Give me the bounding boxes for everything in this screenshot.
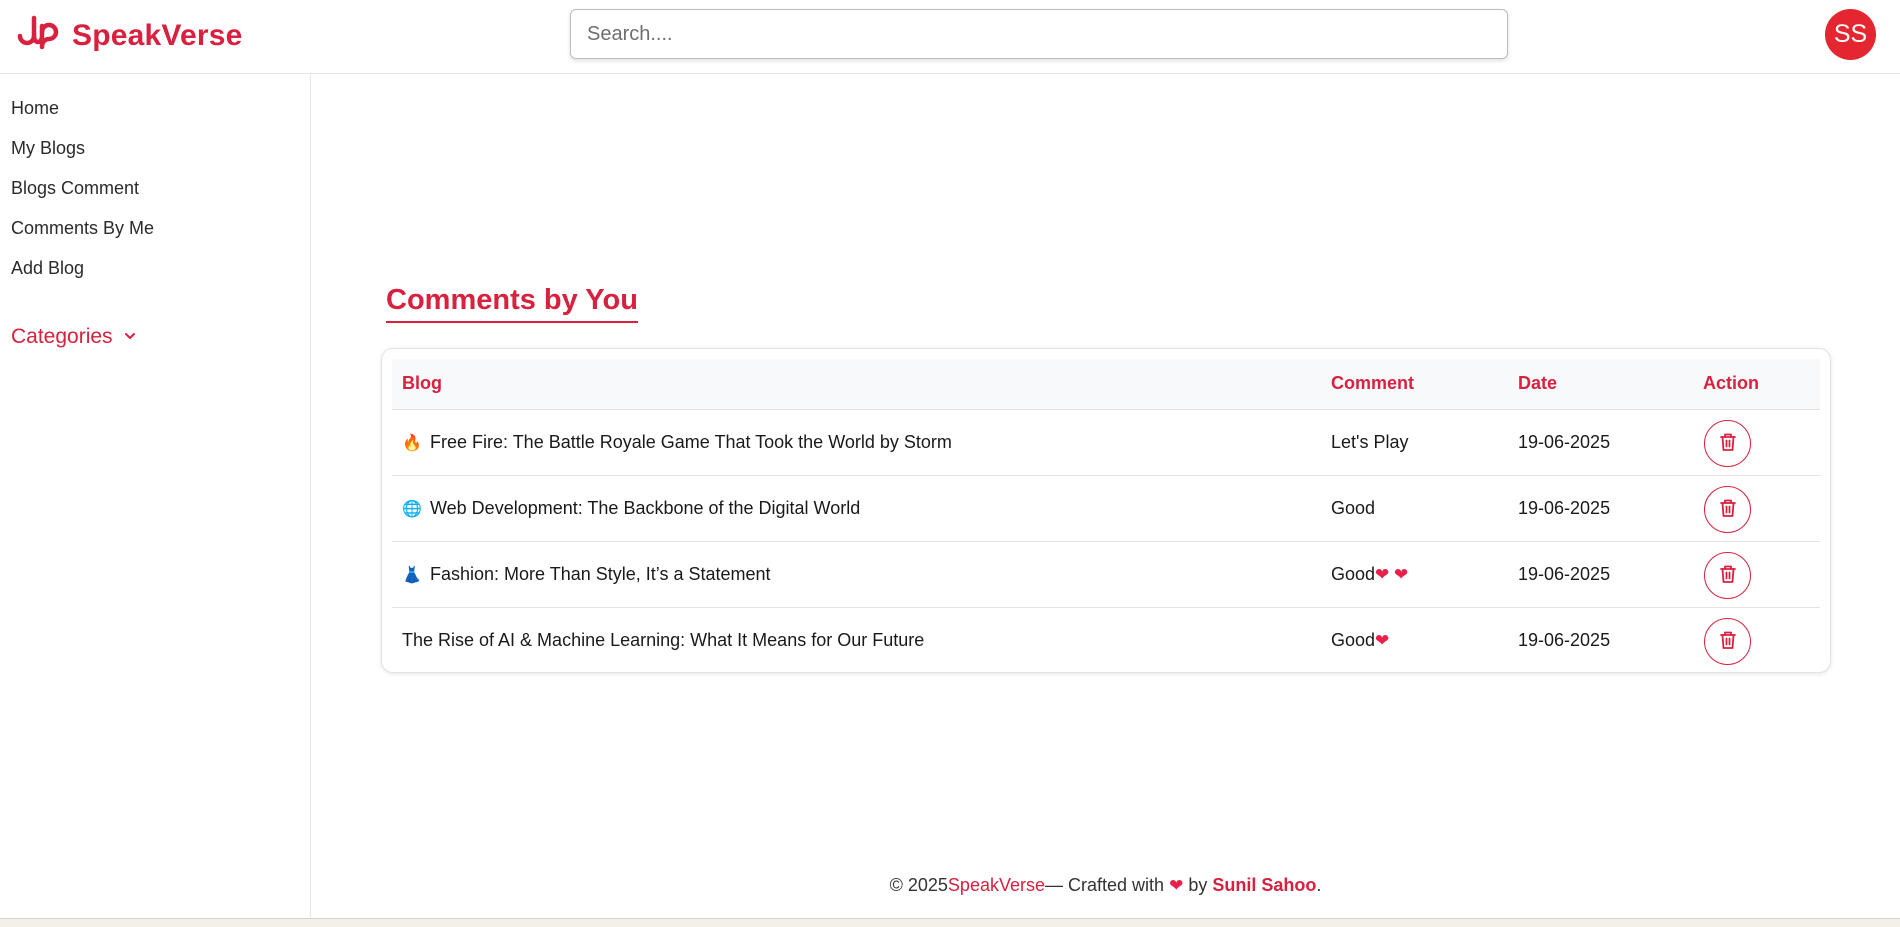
date-cell: 19-06-2025 [1518,564,1611,584]
delete-comment-button[interactable] [1704,486,1751,533]
comment-cell: Good [1331,498,1375,519]
table-row: 🌐 Web Development: The Backbone of the Di… [392,476,1820,542]
categories-toggle[interactable]: Categories [11,325,137,349]
trash-icon [1719,498,1737,521]
sidebar: Home My Blogs Blogs Comment Comments By … [0,74,311,919]
trash-icon [1719,630,1737,653]
trash-icon [1719,432,1737,455]
user-avatar[interactable]: SS [1825,9,1876,60]
blog-title-cell[interactable]: 🔥 Free Fire: The Battle Royale Game That … [402,432,952,453]
brand[interactable]: SpeakVerse [16,12,242,59]
sidebar-item-home[interactable]: Home [11,98,59,119]
speakverse-logo-icon [16,12,60,59]
sidebar-item-my-blogs[interactable]: My Blogs [11,138,85,159]
comment-text: Good [1331,630,1376,650]
table-row: 🔥 Free Fire: The Battle Royale Game That … [392,410,1820,476]
comment-text: Good [1331,564,1376,584]
footer-crafted-text: — Crafted with [1045,875,1165,895]
date-cell: 19-06-2025 [1518,498,1611,518]
column-header-date: Date [1518,373,1558,393]
date-cell: 19-06-2025 [1518,432,1611,452]
sidebar-item-comments-by-me[interactable]: Comments By Me [11,218,154,239]
blog-title-cell[interactable]: 🌐 Web Development: The Backbone of the Di… [402,498,860,519]
comment-cell: Good❤ ❤ [1331,564,1408,585]
trash-icon [1719,564,1737,587]
delete-comment-button[interactable] [1704,618,1751,665]
page-title: Comments by You [386,283,638,323]
footer: © 2025SpeakVerse— Crafted with ❤ by Suni… [311,875,1900,896]
chevron-down-icon [123,325,137,349]
table-header: Blog Comment Date Action [392,359,1820,410]
delete-comment-button[interactable] [1704,420,1751,467]
blog-title: Free Fire: The Battle Royale Game That T… [430,432,952,452]
globe-icon: 🌐 [402,501,422,518]
search-input[interactable] [570,9,1508,59]
comment-text: Good [1331,498,1376,518]
footer-author-link[interactable]: Sunil Sahoo [1212,875,1316,895]
delete-comment-button[interactable] [1704,552,1751,599]
footer-copyright: © 2025 [889,875,948,895]
date-cell: 19-06-2025 [1518,630,1611,650]
categories-label: Categories [11,325,113,348]
blog-title: The Rise of AI & Machine Learning: What … [402,630,925,650]
column-header-blog: Blog [402,373,442,393]
blog-title: Fashion: More Than Style, It’s a Stateme… [430,564,771,584]
blog-title-cell[interactable]: The Rise of AI & Machine Learning: What … [402,630,924,651]
table-row: 👗 Fashion: More Than Style, It’s a Statem… [392,542,1820,608]
heart-icon: ❤ [1375,631,1390,650]
blog-title: Web Development: The Backbone of the Dig… [430,498,861,518]
comment-cell: Let's Play [1331,432,1408,453]
brand-name: SpeakVerse [72,18,243,52]
footer-brand-link[interactable]: SpeakVerse [948,875,1045,895]
sidebar-item-blogs-comment[interactable]: Blogs Comment [11,178,139,199]
comment-cell: Good❤ [1331,630,1389,651]
window-bottom-edge [0,918,1900,927]
sidebar-item-add-blog[interactable]: Add Blog [11,258,84,279]
table-row: The Rise of AI & Machine Learning: What … [392,608,1820,674]
footer-period: . [1316,875,1322,895]
column-header-action: Action [1703,373,1759,393]
column-header-comment: Comment [1331,373,1415,393]
heart-icon: ❤ ❤ [1375,565,1409,584]
heart-icon: ❤ [1169,876,1184,895]
comment-text: Let's Play [1331,432,1409,452]
comments-table: Blog Comment Date Action 🔥 Free Fire: The… [381,348,1831,673]
fire-icon: 🔥 [402,435,422,452]
blog-title-cell[interactable]: 👗 Fashion: More Than Style, It’s a Statem… [402,564,771,585]
top-header: SpeakVerse SS [0,0,1900,74]
dress-icon: 👗 [402,567,422,584]
footer-by-text: by [1188,875,1208,895]
